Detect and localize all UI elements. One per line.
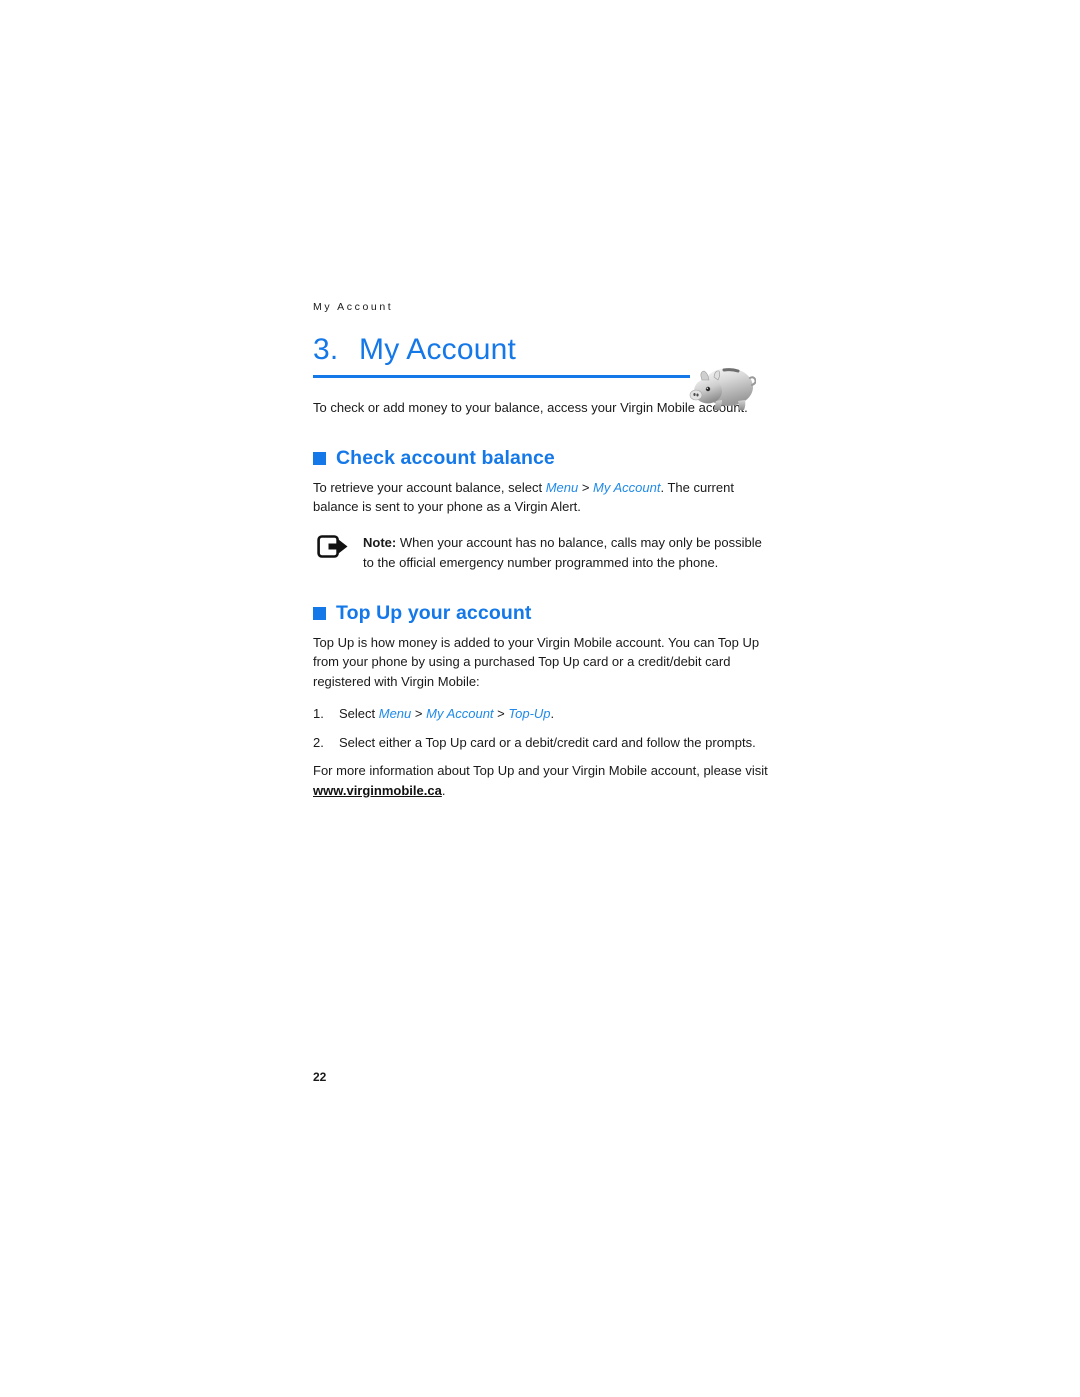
page-content: My Account 3. My Account To check or add… [313, 300, 773, 800]
check-balance-paragraph: To retrieve your account balance, select… [313, 478, 773, 517]
piggy-bank-icon [689, 368, 756, 410]
closing-lead: For more information about Top Up and yo… [313, 763, 768, 778]
menu-path-separator: > [493, 706, 509, 721]
step-text: Select either a Top Up card or a debit/c… [339, 734, 756, 750]
chapter-title-block: 3. My Account [313, 332, 773, 410]
note-body: When your account has no balance, calls … [363, 534, 762, 570]
top-up-steps-list: 1. Select Menu > My Account > Top-Up. 2.… [313, 704, 773, 752]
step-tail: . [550, 706, 555, 721]
menu-path-link-menu[interactable]: Menu [546, 480, 579, 495]
section-title-text: Top Up your account [336, 601, 532, 624]
note-arrow-icon [317, 534, 348, 558]
title-divider-rule [313, 375, 690, 378]
step-number: 1. [313, 706, 324, 721]
closing-tail: . [441, 782, 446, 798]
section-title-text: Check account balance [336, 446, 555, 469]
menu-path-separator: > [411, 706, 427, 721]
chapter-number: 3. [313, 333, 339, 366]
document-page: My Account 3. My Account To check or add… [0, 0, 1080, 1397]
square-bullet-icon [313, 452, 326, 465]
running-header: My Account [313, 301, 394, 313]
step-lead: Select [339, 706, 379, 721]
closing-paragraph: For more information about Top Up and yo… [313, 761, 773, 800]
note-text: Note: When your account has no balance, … [363, 533, 763, 573]
square-bullet-icon [313, 607, 326, 620]
menu-path-link-my-account[interactable]: My Account [593, 480, 660, 495]
section-heading-check-account-balance: Check account balance [313, 446, 773, 470]
menu-path-link-top-up[interactable]: Top-Up [508, 706, 550, 721]
list-item: 1. Select Menu > My Account > Top-Up. [313, 704, 773, 724]
note-callout: Note: When your account has no balance, … [313, 533, 773, 573]
section-heading-top-up-your-account: Top Up your account [313, 601, 773, 625]
step-text: Select Menu > My Account > Top-Up. [339, 704, 773, 724]
menu-path-separator: > [578, 479, 594, 495]
paragraph-lead: To retrieve your account balance, select [313, 479, 546, 495]
page-number: 22 [313, 1070, 327, 1084]
top-up-paragraph: Top Up is how money is added to your Vir… [313, 634, 760, 689]
chapter-title-text: My Account [359, 333, 517, 366]
menu-path-link-menu[interactable]: Menu [379, 706, 412, 721]
virgin-mobile-url-link[interactable]: www.virginmobile.ca [313, 783, 442, 798]
note-label: Note: [363, 534, 397, 550]
menu-path-link-my-account[interactable]: My Account [426, 706, 493, 721]
step-number: 2. [313, 734, 324, 750]
list-item: 2. Select either a Top Up card or a debi… [313, 733, 773, 753]
